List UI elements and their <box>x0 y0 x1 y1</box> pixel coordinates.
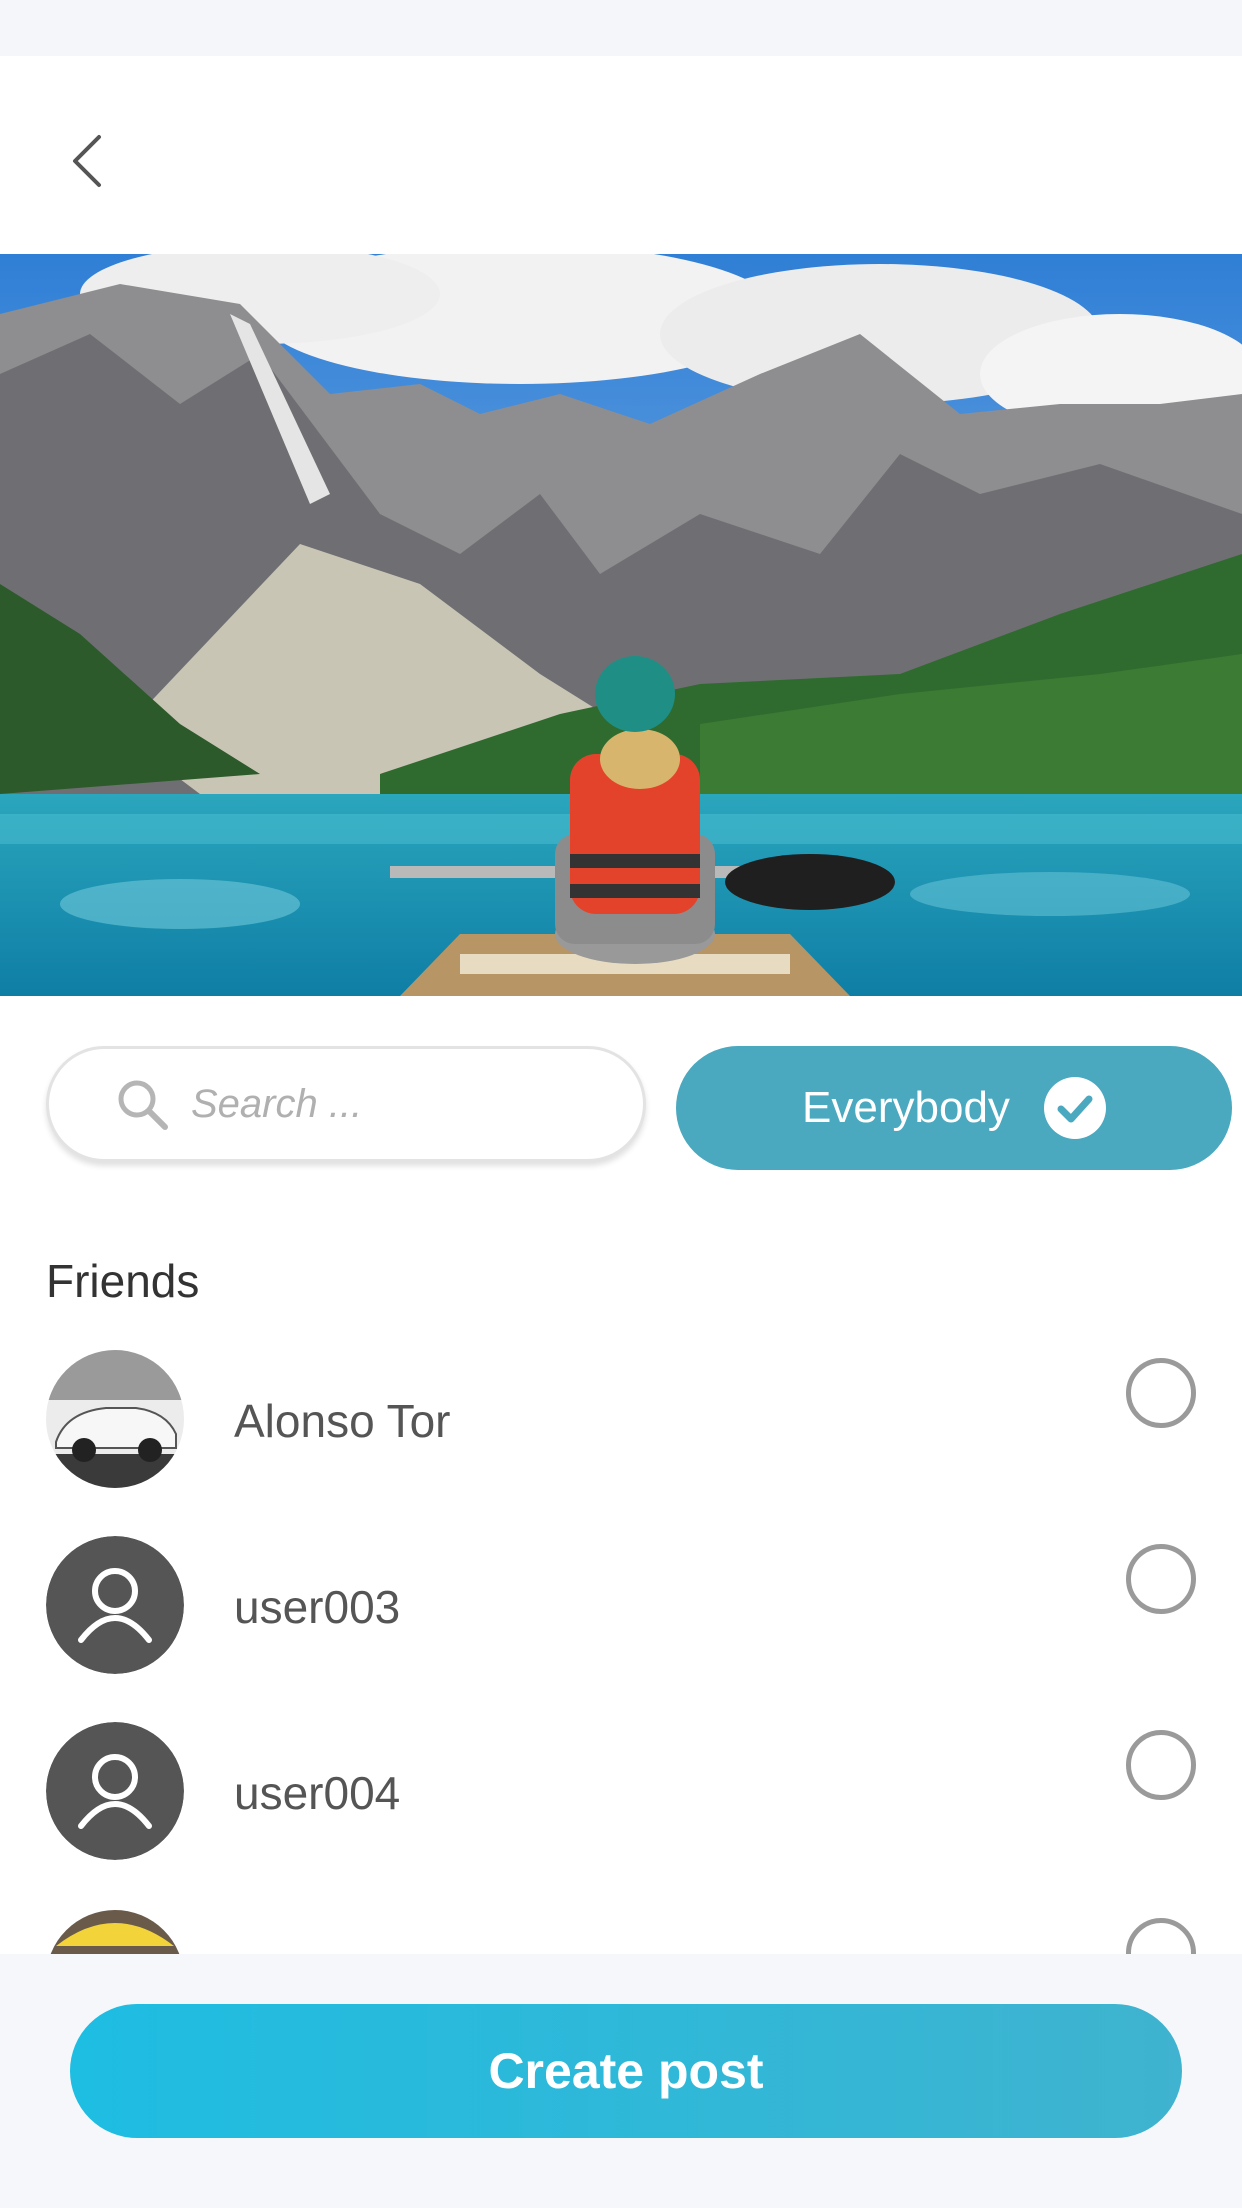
default-user-icon <box>46 1536 184 1674</box>
back-button[interactable] <box>52 116 122 206</box>
hero-image <box>0 254 1242 996</box>
friend-select-radio[interactable] <box>1126 1730 1196 1800</box>
friends-section-title: Friends <box>46 1255 200 1307</box>
friend-name: user003 <box>234 1581 401 1633</box>
create-post-button[interactable]: Create post <box>70 2004 1182 2138</box>
everybody-label: Everybody <box>802 1083 1010 1132</box>
header <box>0 56 1242 254</box>
search-icon <box>118 1080 168 1130</box>
friend-select-radio[interactable] <box>1126 1918 1196 1954</box>
status-bar-area <box>0 0 1242 56</box>
friend-row[interactable]: Alonso Tor <box>0 1350 1242 1490</box>
friend-row[interactable]: user003 <box>0 1536 1242 1676</box>
friend-select-radio[interactable] <box>1126 1358 1196 1428</box>
friend-row[interactable]: user004 <box>0 1722 1242 1862</box>
friend-row[interactable] <box>0 1910 1242 1954</box>
friend-name: user004 <box>234 1767 401 1819</box>
everybody-button[interactable]: Everybody <box>676 1046 1232 1170</box>
default-user-icon <box>46 1722 184 1860</box>
check-circle-icon <box>1043 1077 1106 1139</box>
search-input[interactable] <box>189 1080 573 1128</box>
avatar <box>46 1350 184 1488</box>
avatar <box>46 1910 184 1954</box>
main-content: Everybody Friends Alonso Tor <box>0 254 1242 1954</box>
search-field[interactable] <box>46 1046 646 1162</box>
friend-select-radio[interactable] <box>1126 1544 1196 1614</box>
friend-name: Alonso Tor <box>234 1395 451 1447</box>
bottom-bar: Create post <box>0 1954 1242 2208</box>
chevron-left-icon <box>73 135 101 187</box>
